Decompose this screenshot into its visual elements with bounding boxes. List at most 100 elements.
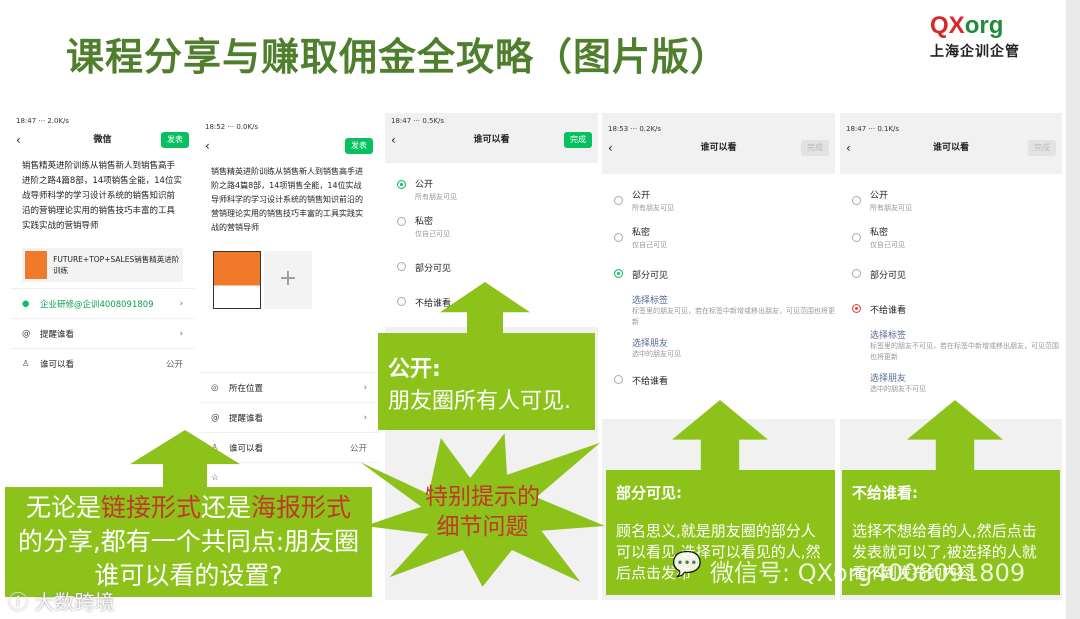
callout-body: 朋友圈所有人可见. — [388, 389, 571, 414]
radio-icon — [614, 233, 623, 242]
select-friend-sub: 选中的朋友不可见 — [870, 385, 926, 393]
option-public[interactable]: 公开 所有朋友可见 — [602, 188, 835, 213]
radio-selected-icon — [397, 180, 406, 189]
done-button[interactable]: 完成 — [564, 132, 592, 148]
nav-title: 谁可以看 — [932, 143, 969, 153]
publish-button[interactable]: 发表 — [161, 132, 189, 148]
who-can-see-row[interactable]: ♙ 谁可以看 公开 — [10, 348, 195, 378]
select-friend-label: 选择朋友 — [632, 339, 669, 349]
chevron-right-icon: › — [363, 412, 367, 423]
nav-title: 微信 — [93, 135, 112, 145]
radio-icon — [852, 196, 861, 205]
nav-bar: ‹ 发表 — [199, 135, 379, 157]
status-bar: 18:52 ··· 0.0K/s — [205, 123, 259, 131]
remind-row[interactable]: @ 提醒谁看 › — [10, 318, 195, 348]
back-icon[interactable]: ‹ — [846, 137, 851, 159]
status-time: 18:47 — [846, 125, 867, 133]
corner-watermark-text: 大数跨境 — [34, 590, 115, 614]
logo: QXorg 上海企训企管 — [930, 14, 1045, 61]
option-label: 不给谁看 — [632, 377, 669, 387]
option-sub: 仅自己可见 — [632, 241, 667, 249]
status-bar: 18:47 ··· 0.5K/s — [391, 117, 445, 125]
option-public[interactable]: 公开 所有朋友可见 — [385, 177, 598, 202]
option-label: 公开 — [415, 180, 434, 190]
radio-icon — [852, 269, 861, 278]
callout-title: 公开: — [388, 357, 441, 382]
option-exclude[interactable]: 不给谁看 — [602, 374, 835, 387]
callout-main: 无论是链接形式还是海报形式的分享,都有一个共同点:朋友圈谁可以看的设置? — [5, 487, 372, 597]
nav-bar: ‹ 谁可以看 完成 — [385, 129, 598, 151]
select-friend[interactable]: 选择朋友 选中的朋友不可见 — [840, 371, 1062, 395]
location-row[interactable]: ◎ 所在位置 › — [199, 372, 379, 402]
remind-label: 提醒谁看 — [229, 413, 264, 424]
option-label: 私密 — [870, 228, 889, 238]
option-label: 部分可见 — [870, 271, 907, 281]
status-time: 18:52 — [205, 123, 226, 131]
select-tag[interactable]: 选择标签 标签里的朋友不可见，若在标签中新增或移出朋友，可见范围也将更新 — [840, 328, 1062, 363]
nav-bar: ‹ 微信 发表 — [10, 129, 195, 151]
callout-text: 还是 — [201, 493, 252, 522]
option-label: 部分可见 — [632, 271, 669, 281]
back-icon[interactable]: ‹ — [16, 129, 21, 151]
option-partial[interactable]: 部分可见 — [385, 261, 598, 274]
option-private[interactable]: 私密 仅自己可见 — [840, 225, 1062, 250]
status-time: 18:53 — [608, 125, 629, 133]
option-label: 私密 — [632, 228, 651, 238]
done-button[interactable]: 完成 — [1028, 140, 1056, 156]
option-sub: 所有朋友可见 — [415, 193, 457, 201]
remind-row[interactable]: @ 提醒谁看 › — [199, 402, 379, 432]
at-icon: @ — [22, 328, 31, 339]
chevron-right-icon: › — [179, 298, 183, 309]
status-bar: 18:47 ··· 2.0K/s — [16, 117, 70, 125]
status-bar: 18:47 ··· 0.1K/s — [846, 125, 900, 133]
back-icon[interactable]: ‹ — [391, 129, 396, 151]
location-label: 所在位置 — [229, 383, 264, 394]
publish-button[interactable]: 发表 — [345, 138, 373, 154]
link-card[interactable]: FUTURE+TOP+SALES销售精英进阶训练 — [22, 248, 183, 282]
location-row[interactable]: ● 企业研修@企训4008091809 › — [10, 288, 195, 318]
corner-logo-icon: ⓘ — [8, 590, 28, 614]
option-label: 部分可见 — [415, 264, 452, 274]
option-private[interactable]: 私密 仅自己可见 — [385, 214, 598, 239]
add-image-button[interactable]: + — [264, 251, 312, 309]
callout-public: 公开: 朋友圈所有人可见. — [378, 333, 595, 430]
nav-title: 谁可以看 — [473, 135, 510, 145]
slide: 课程分享与赚取佣金全攻略（图片版） QXorg 上海企训企管 18:47 ···… — [0, 0, 1066, 619]
select-tag[interactable]: 选择标签 标签里的朋友可见，若在标签中新增或移出朋友，可见范围也将更新 — [602, 293, 835, 328]
radio-icon — [614, 196, 623, 205]
select-friend-label: 选择朋友 — [870, 374, 907, 384]
radio-selected-icon — [852, 304, 861, 313]
option-label: 不给谁看 — [870, 306, 907, 316]
star-icon: ☆ — [211, 472, 219, 483]
status-time: 18:47 — [391, 117, 412, 125]
who-label: 谁可以看 — [40, 359, 75, 370]
radio-icon — [852, 233, 861, 242]
options-list: 公开所有朋友可见 私密 仅自己可见 部分可见 不给谁看 选择标签 标签里的朋友不可见… — [840, 174, 1062, 419]
select-friend[interactable]: 选择朋友 选中的朋友可见 — [602, 336, 835, 360]
who-value: 公开 — [349, 443, 367, 454]
post-text[interactable]: 销售精英进阶训练从销售新人到销售高手进阶之路4篇8部，14项销售全能，14位实战… — [199, 157, 379, 243]
post-text[interactable]: 销售精英进阶训练从销售新人到销售高手进阶之路4篇8部，14项销售全能，14位实战… — [10, 151, 195, 242]
logo-mark: QXorg — [930, 12, 1004, 39]
location-icon: ● — [22, 298, 30, 309]
option-sub: 所有朋友可见 — [870, 204, 912, 212]
logo-subtitle: 上海企训企管 — [930, 44, 1020, 60]
poster-thumbnail[interactable] — [213, 251, 261, 309]
option-private[interactable]: 私密 仅自己可见 — [602, 225, 835, 250]
select-tag-sub: 标签里的朋友可见，若在标签中新增或移出朋友，可见范围也将更新 — [632, 307, 835, 326]
option-exclude[interactable]: 不给谁看 — [840, 303, 1062, 316]
option-label: 公开 — [870, 191, 889, 201]
back-icon[interactable]: ‹ — [608, 137, 613, 159]
option-public[interactable]: 公开 所有朋友可见 — [840, 188, 1062, 213]
select-tag-label: 选择标签 — [632, 296, 669, 306]
radio-icon — [614, 375, 623, 384]
done-button[interactable]: 完成 — [801, 140, 829, 156]
status-speed: 2.0K/s — [47, 117, 70, 125]
remind-label: 提醒谁看 — [40, 329, 75, 340]
image-grid: + — [213, 251, 365, 309]
option-partial[interactable]: 部分可见 — [602, 268, 835, 281]
back-icon[interactable]: ‹ — [205, 135, 210, 157]
radio-icon — [397, 217, 406, 226]
option-partial[interactable]: 部分可见 — [840, 268, 1062, 281]
link-title: FUTURE+TOP+SALES销售精英进阶训练 — [53, 255, 180, 275]
